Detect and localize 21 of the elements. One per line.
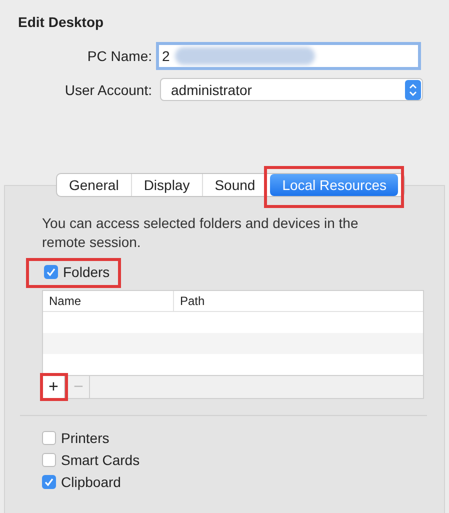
account-dropdown[interactable]: administrator (160, 78, 423, 101)
column-header: Name (43, 291, 174, 311)
column-header: Path (179, 293, 206, 310)
checkbox-label: Folders (63, 264, 110, 280)
checkbox-label: Clipboard (61, 474, 121, 490)
description-text: You can access selected folders and devices in the remote session. (42, 214, 360, 252)
window-title: Edit Desktop (17, 13, 105, 32)
field-label: User Account: (64, 82, 153, 98)
tab[interactable]: General (57, 174, 131, 196)
stepper-icon (405, 80, 421, 100)
tab[interactable]: Sound (202, 174, 268, 196)
checkbox[interactable] (44, 265, 58, 279)
field-label: PC Name: (86, 48, 153, 64)
checkbox-label: Smart Cards (61, 452, 140, 468)
pc-name-field[interactable]: 2 (156, 42, 421, 70)
checkbox[interactable] (42, 453, 56, 467)
add-button[interactable]: + (43, 376, 65, 398)
checkbox-label: Printers (61, 430, 110, 446)
checkbox[interactable] (42, 475, 56, 489)
checkbox[interactable] (42, 431, 56, 445)
tab[interactable]: Display (130, 174, 202, 196)
